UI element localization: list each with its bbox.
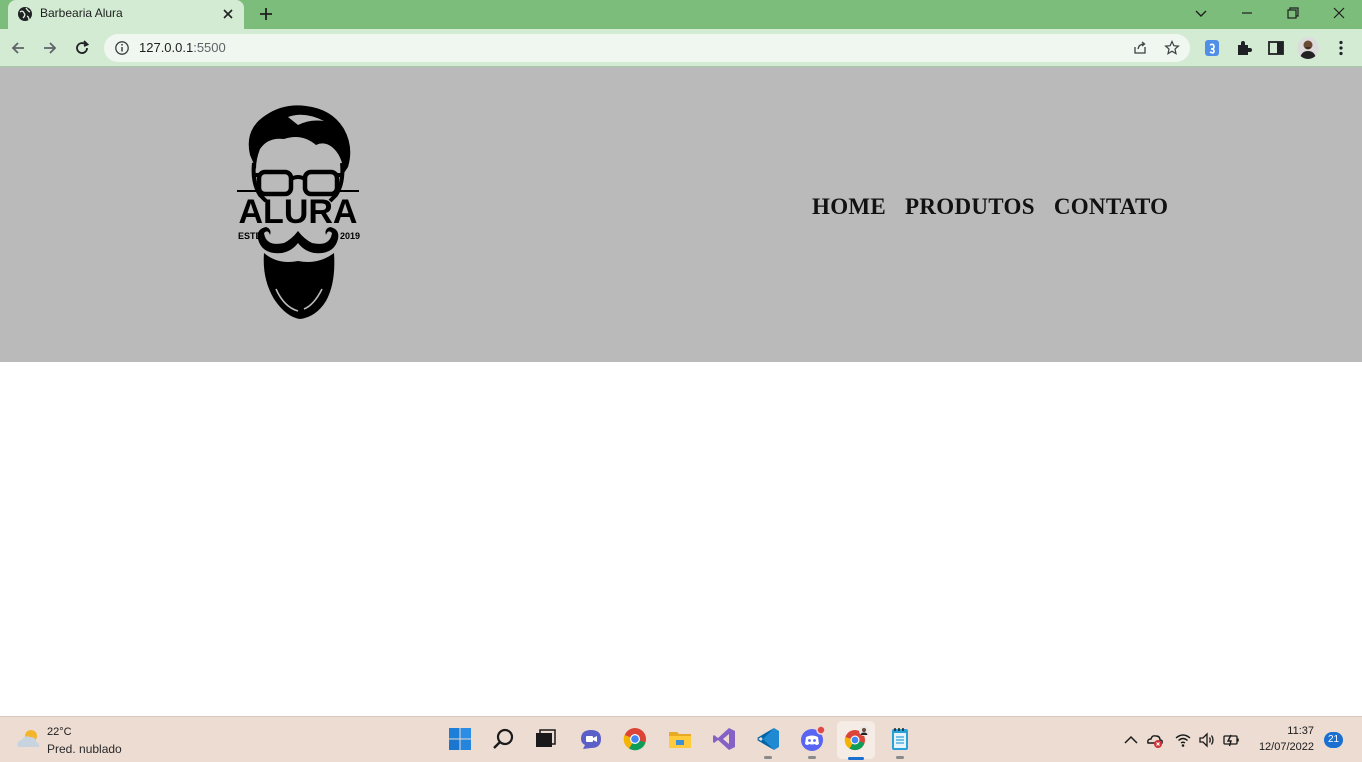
notepad-icon: [892, 728, 908, 750]
main-nav: HOME PRODUTOS CONTATO: [812, 194, 1168, 220]
new-tab-icon[interactable]: [256, 4, 276, 24]
chrome-icon: [623, 728, 646, 751]
extension-app-icon[interactable]: [1202, 38, 1222, 58]
start-icon: [449, 728, 471, 750]
forward-icon[interactable]: [40, 38, 60, 58]
clock-time[interactable]: 11:37: [1287, 725, 1314, 737]
nav-home-link[interactable]: HOME: [812, 194, 886, 220]
battery-charging-icon[interactable]: [1222, 731, 1240, 749]
profile-avatar[interactable]: [1297, 37, 1319, 59]
windows-taskbar: 22°C Pred. nublado 11:37 12/07/2022 21: [0, 716, 1362, 762]
running-indicator: [808, 756, 816, 759]
task-view-icon: [536, 729, 556, 747]
extensions-puzzle-icon[interactable]: [1234, 38, 1254, 58]
file-explorer-icon: [669, 732, 691, 748]
volume-icon[interactable]: [1198, 731, 1216, 749]
globe-icon: [18, 7, 32, 21]
discord-button[interactable]: [798, 725, 826, 759]
browser-toolbar: 127.0.0.1:5500: [0, 29, 1362, 67]
chevron-up-icon[interactable]: [1122, 731, 1140, 749]
alura-barber-logo[interactable]: ALURA ESTD 2019: [232, 103, 364, 321]
logo-year-text: 2019: [340, 231, 360, 241]
chat-button[interactable]: [577, 725, 605, 753]
visual-studio-button[interactable]: [710, 725, 738, 753]
task-view-button[interactable]: [531, 725, 559, 753]
bookmark-star-icon[interactable]: [1164, 40, 1180, 56]
vscode-icon: [757, 728, 779, 750]
partly-cloudy-icon[interactable]: [14, 727, 42, 751]
search-icon: [493, 728, 514, 749]
restore-icon[interactable]: [1283, 3, 1303, 23]
tab-title: Barbearia Alura: [40, 6, 123, 20]
notification-badge[interactable]: 21: [1324, 732, 1343, 748]
active-indicator: [848, 757, 864, 760]
start-button[interactable]: [446, 725, 474, 753]
teams-chat-icon: [581, 730, 601, 749]
running-indicator: [764, 756, 772, 759]
close-tab-icon[interactable]: [220, 6, 236, 22]
file-explorer-button[interactable]: [666, 725, 694, 753]
side-panel-icon[interactable]: [1266, 38, 1286, 58]
weather-temp[interactable]: 22°C: [47, 726, 72, 738]
browser-tab[interactable]: Barbearia Alura: [8, 0, 244, 29]
visual-studio-icon: [713, 728, 735, 750]
vscode-button[interactable]: [754, 725, 782, 759]
nav-produtos-link[interactable]: PRODUTOS: [905, 194, 1035, 220]
weather-desc[interactable]: Pred. nublado: [47, 742, 122, 756]
logo-brand-text: ALURA: [239, 193, 358, 231]
notepad-button[interactable]: [886, 725, 914, 759]
menu-dots-icon[interactable]: [1331, 38, 1351, 58]
running-indicator: [896, 756, 904, 759]
close-window-icon[interactable]: [1329, 3, 1349, 23]
browser-tab-strip: Barbearia Alura: [0, 0, 1362, 29]
logo-estd-text: ESTD: [238, 231, 263, 241]
chrome-button[interactable]: [621, 725, 649, 753]
discord-icon: [801, 725, 826, 751]
chrome-profile-icon: [844, 726, 869, 751]
share-icon[interactable]: [1132, 40, 1148, 56]
tab-search-icon[interactable]: [1191, 3, 1211, 23]
url-text[interactable]: 127.0.0.1:5500: [139, 40, 226, 55]
clock-date[interactable]: 12/07/2022: [1259, 741, 1314, 753]
reload-icon[interactable]: [72, 38, 92, 58]
chrome-profile-button[interactable]: [842, 725, 870, 753]
minimize-icon[interactable]: [1237, 3, 1257, 23]
onedrive-error-icon[interactable]: [1146, 731, 1164, 749]
address-bar[interactable]: 127.0.0.1:5500: [104, 34, 1190, 62]
nav-contato-link[interactable]: CONTATO: [1054, 194, 1169, 220]
back-icon[interactable]: [8, 38, 28, 58]
site-info-icon[interactable]: [114, 40, 130, 56]
site-header: ALURA ESTD 2019 HOME PRODUTOS CONTATO: [0, 67, 1362, 362]
wifi-icon[interactable]: [1174, 731, 1192, 749]
search-button[interactable]: [490, 725, 518, 753]
